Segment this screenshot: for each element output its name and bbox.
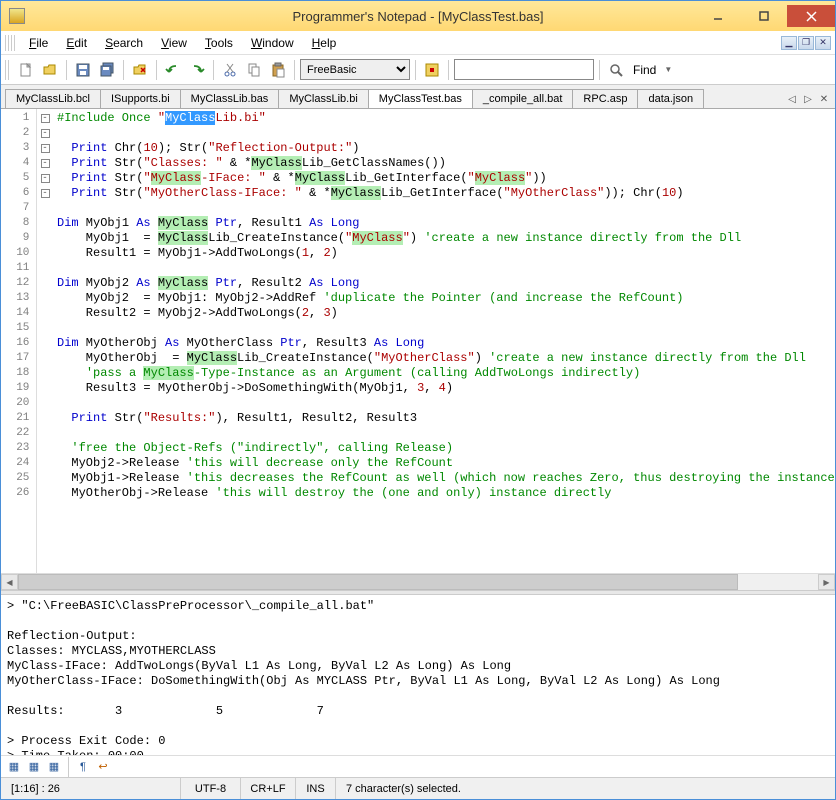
scroll-thumb[interactable] [18,574,738,590]
code-editor[interactable]: 1 2 3 4 5 6 7 8 9 10 11 12 13 14 15 16 1… [1,109,835,573]
mdi-restore-button[interactable]: ❐ [798,36,814,50]
scheme-button[interactable] [421,59,443,81]
toolbar-gripper-icon [5,60,11,80]
document-tabbar: MyClassLib.bcl ISupports.bi MyClassLib.b… [1,85,835,109]
scroll-left-button[interactable]: ◀ [1,574,18,590]
bookmark-toggle-button[interactable]: ▦ [5,758,23,776]
maximize-button[interactable] [741,5,787,27]
statusbar: [1:16] : 26 UTF-8 CR+LF INS 7 character(… [1,777,835,799]
status-message: 7 character(s) selected. [336,778,835,799]
tab-myclasslib-bas[interactable]: MyClassLib.bas [180,89,280,108]
tab-compile-all-bat[interactable]: _compile_all.bat [472,89,574,108]
paste-button[interactable] [267,59,289,81]
copy-button[interactable] [243,59,265,81]
whitespace-toggle-button[interactable]: ¶ [74,758,92,776]
new-file-button[interactable] [15,59,37,81]
code-content[interactable]: #Include Once "MyClassLib.bi" Print Chr(… [53,109,835,573]
save-button[interactable] [72,59,94,81]
editor-horizontal-scrollbar[interactable]: ◀ ▶ [1,573,835,590]
toolbar: FreeBasic Find ▼ [1,55,835,85]
close-button[interactable] [787,5,835,27]
fold-gutter[interactable]: - - - - - - [37,109,53,573]
bookmark-next-button[interactable]: ▦ [25,758,43,776]
find-label: Find [629,63,660,77]
find-icon[interactable] [605,59,627,81]
app-icon [9,8,25,24]
tab-myclasslib-bi[interactable]: MyClassLib.bi [278,89,368,108]
undo-button[interactable] [162,59,184,81]
mdi-close-button[interactable]: ✕ [815,36,831,50]
bookmark-prev-button[interactable]: ▦ [45,758,63,776]
find-dropdown-icon[interactable]: ▼ [662,65,672,74]
bottom-toolbar: ▦ ▦ ▦ ¶ ↩ [1,755,835,777]
redo-button[interactable] [186,59,208,81]
scroll-right-button[interactable]: ▶ [818,574,835,590]
tab-isupports-bi[interactable]: ISupports.bi [100,89,181,108]
menu-view[interactable]: View [153,34,195,52]
window-buttons [695,5,835,27]
cut-button[interactable] [219,59,241,81]
tab-data-json[interactable]: data.json [637,89,704,108]
status-encoding: UTF-8 [181,778,241,799]
status-lineending: CR+LF [241,778,296,799]
close-file-button[interactable] [129,59,151,81]
status-position: [1:16] : 26 [1,778,181,799]
tab-myclasslib-bcl[interactable]: MyClassLib.bcl [5,89,101,108]
menu-file[interactable]: File [21,34,56,52]
find-input[interactable] [454,59,594,80]
menu-search[interactable]: Search [97,34,151,52]
window-titlebar: Programmer's Notepad - [MyClassTest.bas] [1,1,835,31]
save-all-button[interactable] [96,59,118,81]
window-title: Programmer's Notepad - [MyClassTest.bas] [292,9,543,24]
minimize-button[interactable] [695,5,741,27]
tab-myclasstest-bas[interactable]: MyClassTest.bas [368,89,473,108]
menu-window[interactable]: Window [243,34,302,52]
menubar: File Edit Search View Tools Window Help … [1,31,835,55]
tab-scroll-left-button[interactable]: ◁ [785,94,799,105]
output-pane[interactable]: > "C:\FreeBASIC\ClassPreProcessor\_compi… [1,595,835,755]
menu-help[interactable]: Help [304,34,345,52]
tab-close-button[interactable]: ✕ [817,94,831,105]
status-insert-mode: INS [296,778,336,799]
open-file-button[interactable] [39,59,61,81]
menu-edit[interactable]: Edit [58,34,95,52]
language-combo[interactable]: FreeBasic [300,59,410,80]
menu-tools[interactable]: Tools [197,34,241,52]
mdi-minimize-button[interactable]: ▁ [781,36,797,50]
tab-scroll-right-button[interactable]: ▷ [801,94,815,105]
tab-rpc-asp[interactable]: RPC.asp [572,89,638,108]
line-number-gutter: 1 2 3 4 5 6 7 8 9 10 11 12 13 14 15 16 1… [1,109,37,573]
menubar-gripper-icon [5,35,15,51]
wordwrap-toggle-button[interactable]: ↩ [94,758,112,776]
